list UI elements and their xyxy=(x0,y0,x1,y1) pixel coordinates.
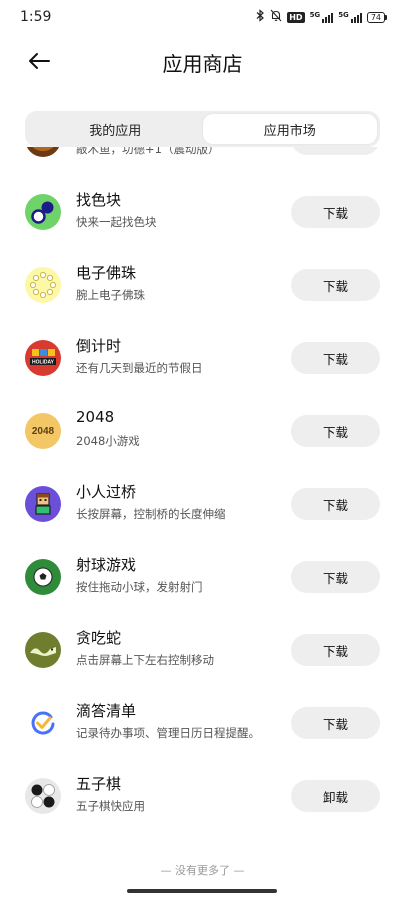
app-description: 腕上电子佛珠 xyxy=(76,288,145,302)
ticktick-check-icon xyxy=(25,705,61,741)
app-list-viewport[interactable]: 木鱼 敲木鱼，功德+1（震动版） 下载 找色块 快来一起找色块 下载 电子佛珠 xyxy=(0,147,405,880)
status-bar: 1:59 HD 5G 5G 74 xyxy=(0,0,405,36)
prayer-beads-icon xyxy=(25,267,61,303)
download-button[interactable]: 下载 xyxy=(291,415,380,447)
battery-icon: 74 xyxy=(366,11,388,23)
app-description: 点击屏幕上下左右控制移动 xyxy=(76,653,214,667)
tab-my-apps[interactable]: 我的应用 xyxy=(28,114,203,144)
game-2048-icon-text: 2048 xyxy=(31,425,55,437)
download-button[interactable]: 下载 xyxy=(291,196,380,228)
mute-bell-icon xyxy=(270,9,282,25)
tab-bar: 我的应用 应用市场 xyxy=(25,111,380,147)
app-description: 按住拖动小球，发射射门 xyxy=(76,580,203,594)
app-name: 找色块 xyxy=(76,191,122,209)
list-item[interactable]: 木鱼 敲木鱼，功德+1（震动版） 下载 xyxy=(0,147,405,177)
list-item[interactable]: 贪吃蛇 点击屏幕上下左右控制移动 下载 xyxy=(0,615,405,688)
app-list: 木鱼 敲木鱼，功德+1（震动版） 下载 找色块 快来一起找色块 下载 电子佛珠 xyxy=(0,147,405,834)
download-button[interactable]: 下载 xyxy=(291,634,380,666)
list-item[interactable]: 2048 2048 2048小游戏 下载 xyxy=(0,396,405,469)
app-description: 长按屏幕，控制桥的长度伸缩 xyxy=(76,507,226,521)
app-description: 2048小游戏 xyxy=(76,434,140,448)
wooden-fish-icon xyxy=(25,147,61,157)
game-2048-icon: 2048 xyxy=(25,413,61,449)
list-end-text: — 没有更多了 — xyxy=(160,864,245,877)
header: 应用商店 xyxy=(0,36,405,88)
uninstall-button[interactable]: 卸载 xyxy=(291,780,380,812)
app-name: 滴答清单 xyxy=(76,702,137,720)
gomoku-icon xyxy=(25,778,61,814)
download-button[interactable]: 下载 xyxy=(291,488,380,520)
list-item[interactable]: 小人过桥 长按屏幕，控制桥的长度伸缩 下载 xyxy=(0,469,405,542)
signal-2-icon: 5G xyxy=(338,11,362,23)
holiday-countdown-icon: HOLIDAY xyxy=(25,340,61,376)
download-button[interactable]: 下载 xyxy=(291,342,380,374)
app-name: 五子棋 xyxy=(76,775,122,793)
list-item[interactable]: 找色块 快来一起找色块 下载 xyxy=(0,177,405,250)
list-item[interactable]: 射球游戏 按住拖动小球，发射射门 下载 xyxy=(0,542,405,615)
app-description: 敲木鱼，功德+1（震动版） xyxy=(76,147,220,156)
list-item[interactable]: 滴答清单 记录待办事项、管理日历日程提醒。 下载 xyxy=(0,688,405,761)
soccer-ball-icon xyxy=(25,559,61,595)
app-name: 贪吃蛇 xyxy=(76,629,122,647)
status-icons: HD 5G 5G 74 xyxy=(256,9,388,25)
snake-icon xyxy=(25,632,61,668)
download-button[interactable]: 下载 xyxy=(291,561,380,593)
app-description: 记录待办事项、管理日历日程提醒。 xyxy=(76,726,260,740)
download-button[interactable]: 下载 xyxy=(291,707,380,739)
status-time: 1:59 xyxy=(20,9,52,25)
download-button[interactable]: 下载 xyxy=(291,147,380,155)
app-name: 小人过桥 xyxy=(76,483,137,501)
signal-1-icon: 5G xyxy=(310,11,334,23)
color-block-icon xyxy=(25,194,61,230)
app-description: 五子棋快应用 xyxy=(76,799,145,813)
app-name: 倒计时 xyxy=(76,337,122,355)
tab-app-market[interactable]: 应用市场 xyxy=(202,114,377,144)
holiday-icon-text: HOLIDAY xyxy=(32,360,55,366)
app-name: 射球游戏 xyxy=(76,556,137,574)
list-item[interactable]: 五子棋 五子棋快应用 卸载 xyxy=(0,761,405,834)
app-name: 2048 xyxy=(76,408,115,426)
bridge-hero-icon xyxy=(25,486,61,522)
app-name: 电子佛珠 xyxy=(76,264,137,282)
list-item[interactable]: HOLIDAY 倒计时 还有几天到最近的节假日 下载 xyxy=(0,323,405,396)
download-button[interactable]: 下载 xyxy=(291,269,380,301)
bluetooth-icon xyxy=(256,9,265,25)
home-indicator[interactable] xyxy=(127,889,277,893)
app-description: 还有几天到最近的节假日 xyxy=(76,361,203,375)
list-item[interactable]: 电子佛珠 腕上电子佛珠 下载 xyxy=(0,250,405,323)
page-title: 应用商店 xyxy=(162,52,243,76)
app-description: 快来一起找色块 xyxy=(76,215,157,229)
hd-voice-badge: HD xyxy=(287,11,305,23)
